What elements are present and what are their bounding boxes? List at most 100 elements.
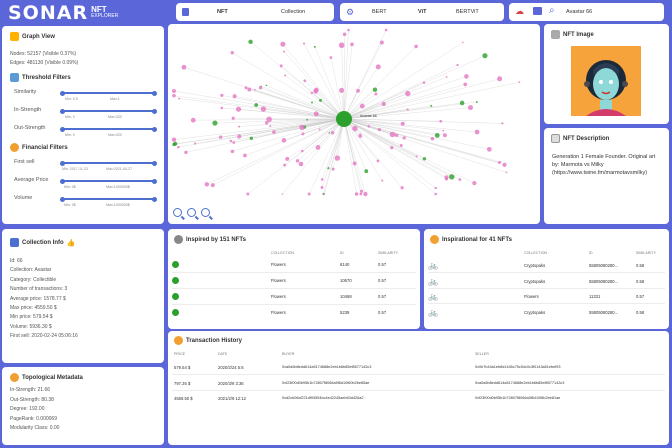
nft-thumbnail[interactable] <box>172 261 179 268</box>
graph-node[interactable] <box>434 132 440 138</box>
in-strength-slider[interactable] <box>60 108 157 114</box>
graph-node[interactable] <box>320 185 324 189</box>
graph-node[interactable] <box>356 88 360 93</box>
cell-buyer[interactable]: 0xd2cb06cf221df93554bc4e42245aeb63d426a2 <box>282 396 364 400</box>
graph-node[interactable] <box>390 145 394 150</box>
graph-node[interactable] <box>329 56 333 59</box>
volume-slider[interactable] <box>60 196 157 202</box>
slider-handle[interactable] <box>152 178 157 184</box>
slider-handle[interactable] <box>152 90 157 96</box>
graph-node[interactable] <box>246 192 250 196</box>
graph-node[interactable] <box>284 74 287 77</box>
graph-node[interactable] <box>328 132 331 134</box>
graph-node[interactable] <box>243 153 247 158</box>
graph-node[interactable] <box>247 87 252 92</box>
graph-node[interactable] <box>434 192 438 196</box>
graph-node[interactable] <box>342 32 347 37</box>
graph-node[interactable] <box>468 105 474 111</box>
graph-node[interactable] <box>260 106 267 112</box>
graph-node[interactable] <box>237 134 242 139</box>
bicycle-icon[interactable]: 🚲 <box>428 292 438 301</box>
graph-node[interactable] <box>354 192 359 196</box>
graph-node[interactable] <box>318 128 321 131</box>
slider-handle[interactable] <box>60 108 65 114</box>
graph-node[interactable] <box>235 106 242 112</box>
graph-node[interactable] <box>444 175 449 180</box>
graph-node[interactable] <box>204 182 210 187</box>
graph-node[interactable] <box>359 192 363 196</box>
graph-node[interactable] <box>300 149 304 153</box>
thumbs-up-icon[interactable]: 👍 <box>67 239 76 247</box>
search-icon[interactable]: ⌕ <box>549 5 555 16</box>
graph-node[interactable] <box>352 161 357 166</box>
graph-node[interactable] <box>181 64 187 70</box>
graph-node[interactable] <box>381 179 384 182</box>
image-icon[interactable] <box>533 7 542 15</box>
graph-node[interactable] <box>307 192 311 196</box>
graph-node[interactable] <box>375 64 381 70</box>
graph-node[interactable] <box>318 98 322 102</box>
graph-node[interactable] <box>377 128 382 132</box>
graph-node[interactable] <box>518 81 521 84</box>
graph-node[interactable] <box>269 125 272 128</box>
cell-seller[interactable]: 0xa0a5b8edd614a5174688e2eb1b6b85ef857714… <box>475 381 564 385</box>
nft-thumbnail[interactable] <box>172 277 179 284</box>
graph-node[interactable] <box>405 90 411 97</box>
graph-node[interactable] <box>212 120 218 126</box>
graph-node[interactable] <box>298 161 304 167</box>
graph-canvas[interactable]: Avastar 66 <box>168 24 540 224</box>
slider-handle[interactable] <box>60 196 65 202</box>
bicycle-icon[interactable]: 🚲 <box>428 277 438 286</box>
graph-node[interactable] <box>347 28 350 32</box>
graph-node[interactable] <box>258 85 263 90</box>
cell-seller[interactable]: 0xf23f00d0b95b1b72807f8066a5f6410f6b2be8… <box>475 396 560 400</box>
graph-node[interactable] <box>422 81 426 84</box>
graph-node[interactable] <box>264 121 269 125</box>
graph-node[interactable] <box>313 111 319 117</box>
graph-node[interactable] <box>359 103 365 109</box>
graph-node[interactable] <box>430 104 433 107</box>
graph-node[interactable] <box>184 150 188 155</box>
bicycle-icon[interactable]: 🚲 <box>428 261 438 270</box>
graph-node[interactable] <box>299 124 305 131</box>
graph-node[interactable] <box>464 74 469 79</box>
graph-node[interactable] <box>486 146 492 152</box>
graph-node[interactable] <box>367 125 371 128</box>
graph-node[interactable] <box>229 139 233 143</box>
graph-node[interactable] <box>434 186 437 190</box>
graph-node[interactable] <box>449 174 455 180</box>
graph-node[interactable] <box>253 88 256 91</box>
graph-node[interactable] <box>442 133 447 138</box>
graph-node[interactable] <box>295 159 300 163</box>
graph-node[interactable] <box>254 103 259 107</box>
graph-node[interactable] <box>359 133 362 135</box>
graph-node[interactable] <box>334 155 341 161</box>
graph-node[interactable] <box>456 63 459 67</box>
graph-node[interactable] <box>210 183 215 188</box>
graph-node[interactable] <box>400 121 405 126</box>
graph-node[interactable] <box>422 157 427 161</box>
graph-node[interactable] <box>218 135 223 139</box>
graph-node[interactable] <box>220 93 224 98</box>
graph-node[interactable] <box>281 138 287 143</box>
graph-node[interactable] <box>414 44 418 49</box>
graph-node[interactable] <box>389 131 396 138</box>
avg-price-slider[interactable] <box>60 178 157 184</box>
graph-node[interactable] <box>303 79 307 83</box>
graph-node[interactable] <box>462 41 464 44</box>
graph-node[interactable] <box>445 76 448 78</box>
graph-node[interactable] <box>230 149 235 154</box>
graph-node[interactable] <box>463 82 468 87</box>
graph-node[interactable] <box>394 133 399 138</box>
graph-node[interactable] <box>279 64 283 68</box>
graph-node[interactable] <box>281 193 284 195</box>
graph-node[interactable] <box>320 178 324 181</box>
graph-node[interactable] <box>177 145 180 149</box>
graph-node[interactable] <box>339 87 345 93</box>
graph-node[interactable] <box>374 92 378 96</box>
graph-node[interactable] <box>314 87 319 93</box>
cell-buyer[interactable]: 0xf23f00d0b95b1b72807f8066a5f6d10f60b2be… <box>282 381 369 385</box>
zoom-reset-icon[interactable] <box>201 208 210 217</box>
slider-handle[interactable] <box>152 160 157 166</box>
graph-node[interactable] <box>402 136 406 140</box>
